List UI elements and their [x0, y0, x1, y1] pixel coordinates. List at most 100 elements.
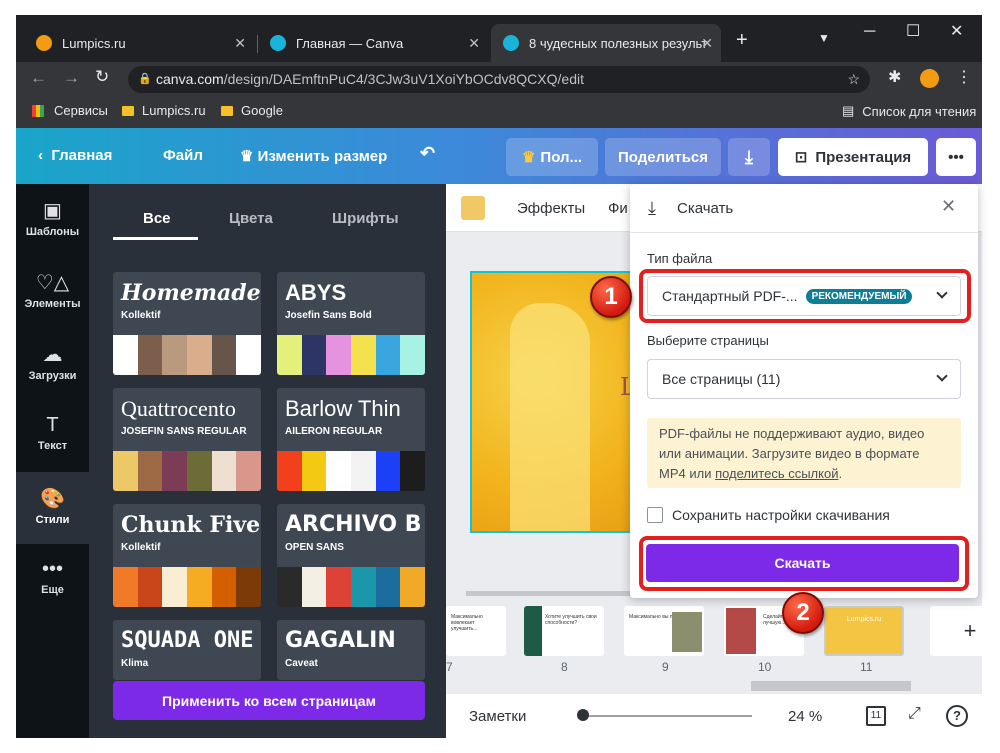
sidebar-label: Текст — [37, 440, 68, 452]
bookmark-google[interactable]: Google — [221, 103, 283, 118]
new-tab-icon[interactable]: + — [736, 29, 748, 52]
zoom-level[interactable]: 24 % — [788, 708, 822, 725]
page-number: 8 — [561, 660, 568, 674]
color-swatch — [375, 451, 401, 491]
menu-icon[interactable]: ⋮ — [956, 67, 972, 87]
color-swatch — [137, 451, 163, 491]
color-swatch — [211, 567, 237, 607]
style-card[interactable]: Quattrocento JOSEFIN SANS REGULAR — [113, 388, 261, 491]
page-thumbnail[interactable]: Максимально вовлекает улучшить... — [446, 606, 506, 656]
zoom-slider-track[interactable] — [582, 715, 752, 717]
sidebar-item-text[interactable]: T Текст — [16, 400, 89, 472]
bookmark-lumpics[interactable]: Lumpics.ru — [122, 103, 206, 118]
close-icon[interactable]: ✕ — [468, 35, 480, 52]
style-subfont: Kollektif — [121, 542, 161, 553]
canva-favicon-icon — [270, 35, 286, 51]
sidebar-label: Шаблоны — [25, 226, 80, 238]
page-strip-scrollbar[interactable] — [751, 681, 911, 691]
style-font-name: Barlow Thin — [285, 396, 401, 421]
style-card[interactable]: Barlow Thin AILERON REGULAR — [277, 388, 425, 491]
filter-button[interactable]: Фи — [608, 200, 628, 217]
sidebar-item-styles[interactable]: 🎨 Стили — [16, 472, 89, 544]
share-button[interactable]: Поделиться — [605, 138, 721, 176]
style-subfont: Kollektif — [121, 310, 161, 321]
tab-search-icon[interactable]: ▼ — [818, 31, 830, 45]
bottom-bar: Заметки 24 % 11 ⤢ ? — [446, 694, 982, 738]
apply-all-button[interactable]: Применить ко всем страницам — [113, 681, 425, 720]
tab-all[interactable]: Все — [143, 210, 171, 227]
undo-icon[interactable]: ↶ — [420, 143, 435, 164]
close-icon[interactable]: ✕ — [701, 35, 713, 52]
pro-button[interactable]: ♛ Пол... — [506, 138, 598, 176]
more-options-icon[interactable]: ••• — [936, 138, 976, 176]
palette-icon: 🎨 — [40, 488, 65, 510]
color-swatch — [113, 567, 138, 607]
sidebar-item-more[interactable]: ••• Еще — [16, 544, 89, 616]
zoom-slider-handle[interactable] — [577, 709, 589, 721]
reading-list[interactable]: ▤ Список для чтения — [842, 103, 976, 119]
effects-button[interactable]: Эффекты — [517, 200, 585, 217]
style-font-name: ABYS — [285, 280, 347, 305]
page-grid-icon[interactable]: 11 — [866, 706, 886, 726]
elements-icon: ♡△ — [35, 272, 70, 294]
close-icon[interactable]: ✕ — [941, 196, 956, 217]
tab-fonts[interactable]: Шрифты — [332, 210, 399, 227]
page-thumbnail[interactable]: Хотите улучшить свои способности? — [524, 606, 604, 656]
canva-header: ‹ Главная Файл ♛ Изменить размер ↶ ♛ Пол.… — [16, 128, 982, 184]
style-card[interactable]: ARCHIVO B OPEN SANS — [277, 504, 425, 607]
url-field[interactable]: 🔒 canva.com/design/DAEmftnPuC4/3CJw3uV1X… — [128, 66, 870, 93]
home-link[interactable]: ‹ Главная — [38, 147, 112, 164]
pages-select[interactable]: Все страницы (11) — [647, 359, 961, 399]
style-card[interactable]: SQUADA ONE Klima — [113, 620, 261, 680]
fullscreen-icon[interactable]: ⤢ — [908, 705, 921, 723]
page-number: 7 — [446, 660, 453, 674]
home-label: Главная — [51, 147, 113, 164]
style-font-name: SQUADA ONE — [121, 628, 254, 653]
reload-icon[interactable]: ↻ — [95, 67, 109, 87]
save-settings-checkbox[interactable] — [647, 507, 663, 523]
color-swatch[interactable] — [461, 196, 485, 220]
file-menu[interactable]: Файл — [163, 147, 203, 164]
resize-button[interactable]: ♛ Изменить размер — [240, 147, 387, 165]
notes-button[interactable]: Заметки — [469, 708, 526, 725]
style-card[interactable]: Homemade & Kollektif — [113, 272, 261, 375]
maximize-icon[interactable]: ☐ — [906, 21, 920, 41]
page-thumbnail-selected[interactable]: Lumpics.ru — [824, 606, 904, 656]
color-swatch — [375, 335, 401, 375]
minimize-icon[interactable]: ─ — [864, 23, 875, 41]
tab-canva-home[interactable]: Главная — Canva ✕ — [258, 24, 488, 62]
back-icon[interactable]: ← — [30, 68, 47, 88]
tab-canva-design[interactable]: 8 чудесных полезных результа ✕ — [491, 24, 721, 62]
sidebar-item-uploads[interactable]: ☁ Загрузки — [16, 328, 89, 400]
color-swatch — [400, 335, 425, 375]
bookmark-services[interactable]: Сервисы — [32, 103, 108, 118]
popover-title: Скачать — [677, 200, 734, 217]
help-icon[interactable]: ? — [946, 705, 968, 727]
color-swatch — [301, 451, 327, 491]
color-swatch — [236, 567, 261, 607]
color-swatch — [301, 567, 327, 607]
close-icon[interactable]: ✕ — [234, 35, 246, 52]
color-swatch — [162, 567, 188, 607]
page-thumbnail[interactable]: Максимально вы подходите... — [624, 606, 704, 656]
forward-icon[interactable]: → — [63, 68, 80, 88]
tab-colors[interactable]: Цвета — [229, 210, 273, 227]
style-card[interactable]: GAGALIN Caveat — [277, 620, 425, 680]
sidebar-item-templates[interactable]: ▣ Шаблоны — [16, 184, 89, 256]
extensions-icon[interactable]: ✱ — [888, 67, 901, 87]
page-strip: Максимально вовлекает улучшить... Хотите… — [446, 596, 982, 679]
tab-lumpics[interactable]: Lumpics.ru ✕ — [24, 24, 254, 62]
close-window-icon[interactable]: ✕ — [950, 21, 963, 41]
style-card[interactable]: Chunk Five Kollektif — [113, 504, 261, 607]
style-subfont: OPEN SANS — [285, 542, 344, 553]
add-page-icon[interactable]: + — [930, 606, 982, 656]
profile-avatar[interactable] — [920, 69, 939, 88]
present-button[interactable]: ⊡ Презентация — [778, 138, 928, 176]
share-link[interactable]: поделитесь ссылкой — [715, 466, 838, 481]
bookmark-star-icon[interactable]: ☆ — [847, 66, 860, 93]
download-icon[interactable]: ⤓ — [728, 138, 770, 176]
style-card[interactable]: ABYS Josefin Sans Bold — [277, 272, 425, 375]
sidebar-item-elements[interactable]: ♡△ Элементы — [16, 256, 89, 328]
bookmark-label: Lumpics.ru — [142, 103, 206, 118]
page-number: 10 — [758, 660, 772, 674]
